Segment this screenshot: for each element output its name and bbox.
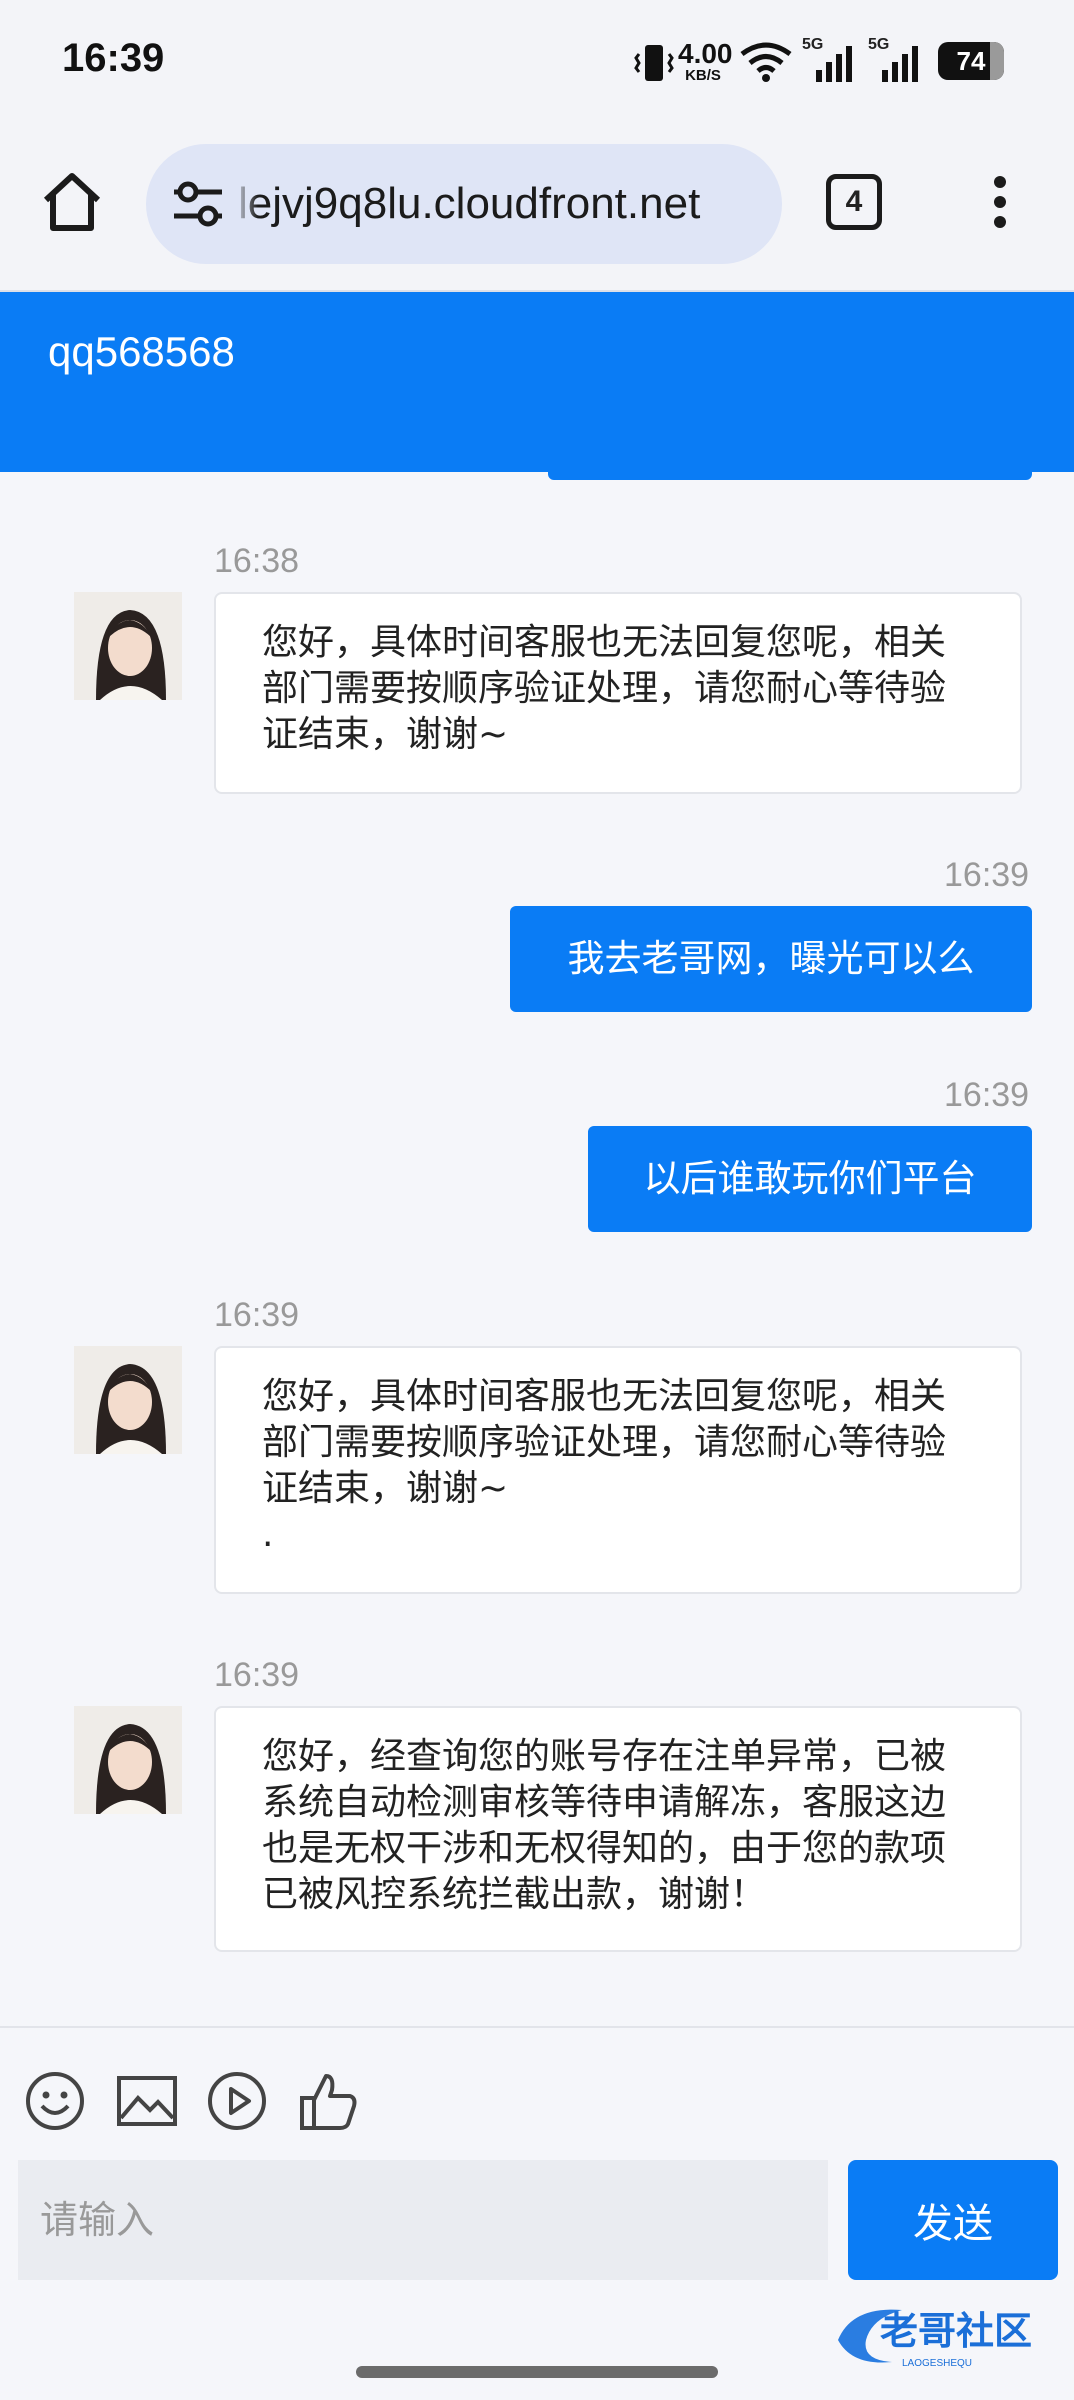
agent-avatar <box>74 1706 182 1814</box>
battery-level: 74 <box>956 46 986 76</box>
agent-avatar <box>74 1346 182 1454</box>
watermark-sub: LAOGESHEQU <box>902 2358 972 2369</box>
emoji-icon[interactable] <box>24 2070 86 2132</box>
status-bar: 16:39 4.00 KB/S 5G 5G 74 <box>0 0 1074 128</box>
message-text: 您好，具体时间客服也无法回复您呢，相关部门需要按顺序验证处理，请您耐心等待验证结… <box>262 622 947 755</box>
video-icon[interactable] <box>206 2070 268 2132</box>
chat-title: qq568568 <box>48 328 235 375</box>
url-fade <box>234 174 258 234</box>
more-menu-icon[interactable] <box>980 170 1020 234</box>
message-text: 您好，具体时间客服也无法回复您呢，相关部门需要按顺序验证处理，请您耐心等待验证结… <box>262 1376 947 1509</box>
status-icons: 4.00 KB/S 5G 5G 74 <box>634 36 1014 86</box>
watermark-text: 老哥社区 <box>880 2309 1032 2353</box>
message-input[interactable] <box>18 2160 828 2280</box>
signal-sim1: 5G <box>802 36 858 86</box>
tab-switcher-button[interactable]: 4 <box>826 174 882 230</box>
incoming-message: 您好，经查询您的账号存在注单异常，已被系统自动检测审核等待申请解冻，客服这边也是… <box>214 1706 1022 1952</box>
incoming-message: 您好，具体时间客服也无法回复您呢，相关部门需要按顺序验证处理，请您耐心等待验证结… <box>214 592 1022 794</box>
status-time: 16:39 <box>62 36 165 80</box>
address-bar[interactable]: lejvj9q8lu.cloudfront.net <box>146 144 782 264</box>
net-speed-unit: KB/S <box>685 67 721 84</box>
thumbs-up-icon[interactable] <box>298 2070 360 2132</box>
agent-avatar <box>74 592 182 700</box>
site-settings-icon[interactable] <box>170 178 226 230</box>
message-time: 16:39 <box>214 1656 300 1694</box>
chat-header: qq568568 <box>0 292 1074 472</box>
watermark-logo: 老哥社区 LAOGESHEQU <box>832 2300 1062 2372</box>
image-icon[interactable] <box>116 2070 178 2132</box>
signal-bars-icon <box>882 46 918 82</box>
message-text: 我去老哥网，曝光可以么 <box>567 937 975 980</box>
signal-bars-icon <box>816 46 852 82</box>
browser-toolbar: lejvj9q8lu.cloudfront.net 4 <box>0 128 1074 292</box>
message-text-extra: . <box>262 1514 274 1555</box>
message-time: 16:38 <box>214 542 300 580</box>
message-text: 以后谁敢玩你们平台 <box>643 1157 977 1200</box>
outgoing-message: 以后谁敢玩你们平台 <box>588 1126 1032 1232</box>
message-time: 16:39 <box>214 1296 300 1334</box>
message-text: 您好，经查询您的账号存在注单异常，已被系统自动检测审核等待申请解冻，客服这边也是… <box>262 1736 947 1915</box>
home-icon[interactable] <box>40 170 104 234</box>
battery-icon: 74 <box>938 42 1004 80</box>
url-text[interactable]: lejvj9q8lu.cloudfront.net <box>238 174 758 234</box>
wifi-icon <box>740 42 792 82</box>
vibrate-icon <box>634 45 674 81</box>
outgoing-message: 我去老哥网，曝光可以么 <box>510 906 1032 1012</box>
message-time: 16:39 <box>944 1076 1030 1114</box>
net-speed-value: 4.00 <box>678 38 733 69</box>
message-time: 16:39 <box>944 856 1030 894</box>
signal-sim2: 5G <box>868 36 924 86</box>
incoming-message: 您好，具体时间客服也无法回复您呢，相关部门需要按顺序验证处理，请您耐心等待验证结… <box>214 1346 1022 1594</box>
net-speed: 4.00 KB/S <box>678 38 733 84</box>
home-indicator[interactable] <box>356 2366 718 2378</box>
outgoing-bubble-partial <box>548 456 1032 480</box>
send-button[interactable]: 发送 <box>848 2160 1058 2280</box>
